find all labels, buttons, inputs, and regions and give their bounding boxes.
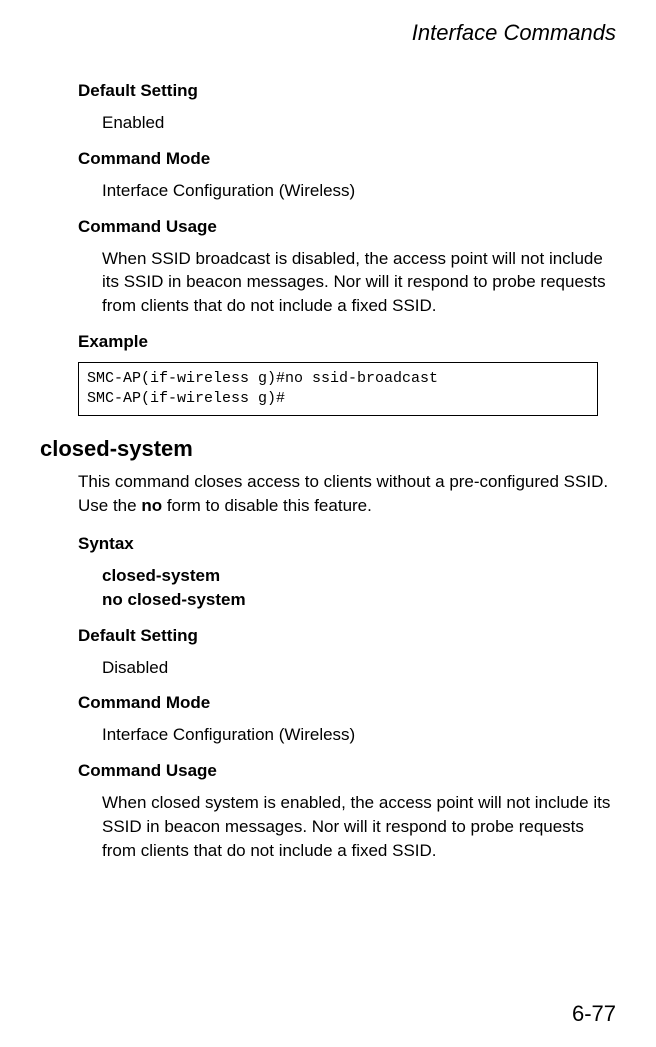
command-title-closed-system: closed-system — [40, 436, 616, 462]
syntax-content: closed-system no closed-system — [102, 564, 616, 612]
command-usage-text-1: When SSID broadcast is disabled, the acc… — [102, 247, 616, 318]
description-suffix: form to disable this feature. — [162, 496, 372, 515]
command-usage-text-2: When closed system is enabled, the acces… — [102, 791, 616, 862]
default-setting-value-2: Disabled — [102, 656, 616, 680]
default-setting-label-1: Default Setting — [78, 81, 616, 101]
example-code-block: SMC-AP(if-wireless g)#no ssid-broadcast … — [78, 362, 598, 417]
command-mode-value-2: Interface Configuration (Wireless) — [102, 723, 616, 747]
command-mode-value-1: Interface Configuration (Wireless) — [102, 179, 616, 203]
syntax-label: Syntax — [78, 534, 616, 554]
default-setting-value-1: Enabled — [102, 111, 616, 135]
description-bold-no: no — [141, 496, 162, 515]
page-content: Interface Commands Default Setting Enabl… — [0, 0, 656, 893]
command-mode-label-1: Command Mode — [78, 149, 616, 169]
example-label: Example — [78, 332, 616, 352]
command-mode-label-2: Command Mode — [78, 693, 616, 713]
page-header: Interface Commands — [40, 20, 616, 46]
command-usage-label-2: Command Usage — [78, 761, 616, 781]
page-number: 6-77 — [572, 1001, 616, 1027]
command-description: This command closes access to clients wi… — [78, 470, 616, 518]
command-usage-label-1: Command Usage — [78, 217, 616, 237]
syntax-line-2: no closed-system — [102, 590, 246, 609]
syntax-line-1: closed-system — [102, 566, 220, 585]
default-setting-label-2: Default Setting — [78, 626, 616, 646]
